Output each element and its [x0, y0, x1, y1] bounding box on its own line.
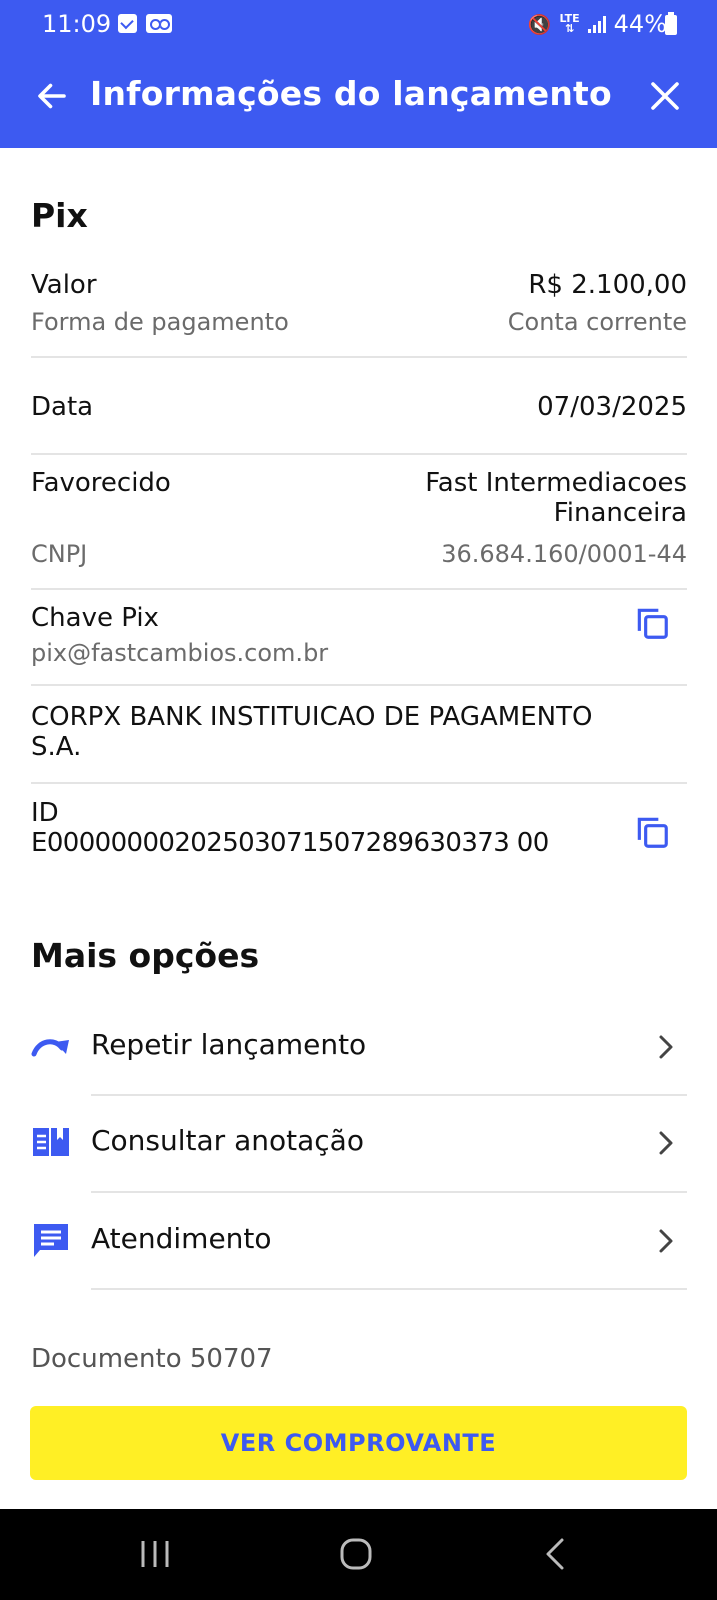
close-icon[interactable] [647, 78, 683, 114]
chevron-right-icon [659, 1229, 673, 1253]
page-title: Informações do lançamento [90, 74, 612, 113]
bank-line1: CORPX BANK INSTITUICAO DE PAGAMENTO [31, 702, 593, 732]
recent-apps-icon[interactable] [135, 1537, 175, 1571]
chat-icon [34, 1224, 68, 1257]
option-label: Repetir lançamento [91, 1028, 367, 1061]
system-back-icon[interactable] [536, 1537, 576, 1571]
option-atendimento[interactable]: Atendimento [31, 1204, 687, 1276]
status-indicators: 🔇 LTE ⇅ 44% [528, 10, 667, 38]
option-label: Atendimento [91, 1222, 272, 1255]
divider [31, 782, 687, 784]
valor-row: Valor R$ 2.100,00 Forma de pagamento Con… [31, 270, 687, 340]
back-arrow-icon[interactable] [34, 78, 70, 114]
chevron-right-icon [659, 1131, 673, 1155]
battery-percent: 44% [613, 10, 667, 38]
details-content: Pix Valor R$ 2.100,00 Forma de pagamento… [0, 148, 717, 1375]
mute-vibrate-icon: 🔇 [527, 13, 552, 36]
id-value: E00000000202503071507289630373 00 [31, 828, 549, 858]
chave-value: pix@fastcambios.com.br [31, 639, 329, 667]
valor-value: R$ 2.100,00 [528, 270, 687, 300]
bank-row: CORPX BANK INSTITUICAO DE PAGAMENTO S.A. [31, 702, 687, 772]
option-label: Consultar anotação [91, 1124, 364, 1157]
documento-peek: Documento 50707 [31, 1344, 273, 1374]
more-options-title: Mais opções [31, 936, 260, 975]
divider [91, 1094, 687, 1096]
favorecido-row: Favorecido Fast Intermediacoes Financeir… [31, 468, 687, 578]
note-book-icon [33, 1128, 69, 1156]
battery-icon [665, 12, 677, 35]
status-time: 11:09 [42, 10, 112, 38]
divider [91, 1288, 687, 1290]
bottom-action-area: VER COMPROVANTE [0, 1375, 717, 1509]
home-icon[interactable] [336, 1537, 376, 1571]
system-nav-bar [0, 1509, 717, 1600]
id-label: ID [31, 798, 59, 828]
copy-id-icon[interactable] [633, 813, 671, 851]
ver-comprovante-button[interactable]: VER COMPROVANTE [30, 1406, 687, 1480]
divider [91, 1191, 687, 1193]
divider [31, 453, 687, 455]
bank-line2: S.A. [31, 732, 82, 762]
repeat-arrow-icon [31, 1039, 69, 1057]
option-consultar-anotacao[interactable]: Consultar anotação [31, 1106, 687, 1178]
voicemail-notification-icon [146, 14, 172, 33]
divider [31, 356, 687, 358]
forma-value: Conta corrente [507, 308, 687, 336]
signal-icon [587, 15, 606, 33]
divider [31, 588, 687, 590]
app-bar: Informações do lançamento [0, 48, 717, 148]
favorecido-line1: Fast Intermediacoes [425, 468, 687, 498]
checkbox-notification-icon [118, 14, 137, 33]
data-value: 07/03/2025 [537, 392, 687, 422]
divider [31, 684, 687, 686]
cnpj-label: CNPJ [31, 540, 88, 568]
data-row: Data 07/03/2025 [31, 392, 687, 428]
favorecido-line2: Financeira [553, 498, 687, 528]
id-row: ID E00000000202503071507289630373 00 [31, 798, 687, 868]
chave-pix-row: Chave Pix pix@fastcambios.com.br [31, 603, 687, 683]
forma-label: Forma de pagamento [31, 308, 289, 336]
option-repetir-lancamento[interactable]: Repetir lançamento [31, 1010, 687, 1082]
chave-label: Chave Pix [31, 603, 159, 633]
chevron-right-icon [659, 1035, 673, 1059]
favorecido-name: Fast Intermediacoes Financeira [425, 468, 687, 528]
lte-icon: LTE ⇅ [559, 12, 580, 35]
status-bar: 11:09 🔇 LTE ⇅ 44% [0, 0, 717, 48]
cnpj-value: 36.684.160/0001-44 [441, 540, 687, 568]
copy-chave-icon[interactable] [633, 604, 671, 642]
section-title: Pix [31, 196, 88, 235]
